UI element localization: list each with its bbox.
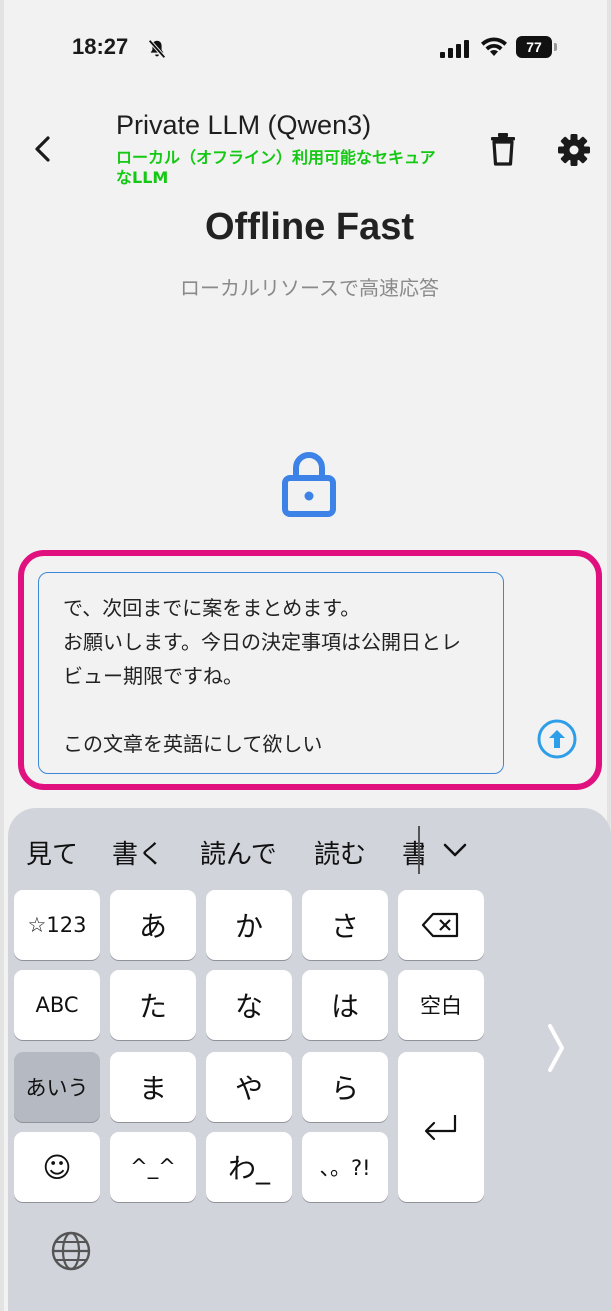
return-icon bbox=[424, 1115, 457, 1141]
bell-muted-icon bbox=[148, 39, 166, 59]
lock-icon bbox=[282, 452, 336, 517]
status-bar: 18:27 77 bbox=[4, 30, 611, 70]
key-kaomoji[interactable]: ^_^ bbox=[110, 1132, 196, 1202]
battery-level: 77 bbox=[516, 36, 552, 58]
app-subtitle: ローカル（オフライン）利用可能なセキュアなLLM bbox=[116, 148, 436, 187]
emoji-key[interactable]: ☺ bbox=[14, 1132, 100, 1202]
app-title: Private LLM (Qwen3) bbox=[116, 110, 372, 140]
key-ra[interactable]: ら bbox=[302, 1052, 388, 1122]
app-screen: 18:27 77 Private LLM (Qwen3) ローカル（オフライン）… bbox=[0, 0, 611, 1311]
candidate-divider bbox=[418, 826, 420, 874]
chevron-right-icon[interactable] bbox=[544, 1018, 568, 1078]
space-key[interactable]: 空白 bbox=[398, 970, 484, 1040]
battery-icon: 77 bbox=[516, 36, 558, 58]
key-abc[interactable]: ABC bbox=[14, 970, 100, 1040]
key-punctuation[interactable]: 、。?! bbox=[302, 1132, 388, 1202]
back-chevron-icon[interactable] bbox=[30, 132, 56, 166]
cellular-signal-icon bbox=[440, 40, 469, 58]
send-arrow-icon[interactable] bbox=[536, 718, 578, 760]
candidate-item[interactable]: 読む bbox=[314, 834, 366, 871]
message-input[interactable]: で、次回までに案をまとめます。 お願いします。今日の決定事項は公開日とレビュー期… bbox=[38, 572, 504, 774]
key-ya[interactable]: や bbox=[206, 1052, 292, 1122]
key-sa[interactable]: さ bbox=[302, 890, 388, 960]
return-key[interactable] bbox=[398, 1052, 484, 1202]
key-a[interactable]: あ bbox=[110, 890, 196, 960]
key-ta[interactable]: た bbox=[110, 970, 196, 1040]
key-ma[interactable]: ま bbox=[110, 1052, 196, 1122]
candidate-item[interactable]: 読んで bbox=[200, 834, 277, 871]
hero-subtitle: ローカルリソースで高速応答 bbox=[180, 276, 439, 300]
key-symbols[interactable]: ☆123 bbox=[14, 890, 100, 960]
status-time: 18:27 bbox=[72, 34, 129, 59]
hero-title: Offline Fast bbox=[204, 206, 415, 248]
candidate-item[interactable]: 書く bbox=[112, 834, 164, 871]
backspace-icon bbox=[421, 912, 459, 938]
backspace-key[interactable] bbox=[398, 890, 484, 960]
globe-icon[interactable] bbox=[50, 1230, 92, 1272]
key-aiu[interactable]: あいう bbox=[14, 1052, 100, 1122]
chevron-down-icon[interactable] bbox=[440, 838, 470, 862]
candidate-item[interactable]: 見て bbox=[26, 834, 78, 871]
key-ka[interactable]: か bbox=[206, 890, 292, 960]
trash-icon[interactable] bbox=[488, 132, 518, 166]
key-na[interactable]: な bbox=[206, 970, 292, 1040]
gear-icon[interactable] bbox=[556, 132, 592, 168]
wifi-icon bbox=[481, 37, 507, 56]
key-ha[interactable]: は bbox=[302, 970, 388, 1040]
candidate-item[interactable]: 書 bbox=[402, 834, 424, 871]
key-wa[interactable]: わ_ bbox=[206, 1132, 292, 1202]
candidate-bar: 見て 書く 読んで 読む 書 bbox=[8, 826, 611, 874]
